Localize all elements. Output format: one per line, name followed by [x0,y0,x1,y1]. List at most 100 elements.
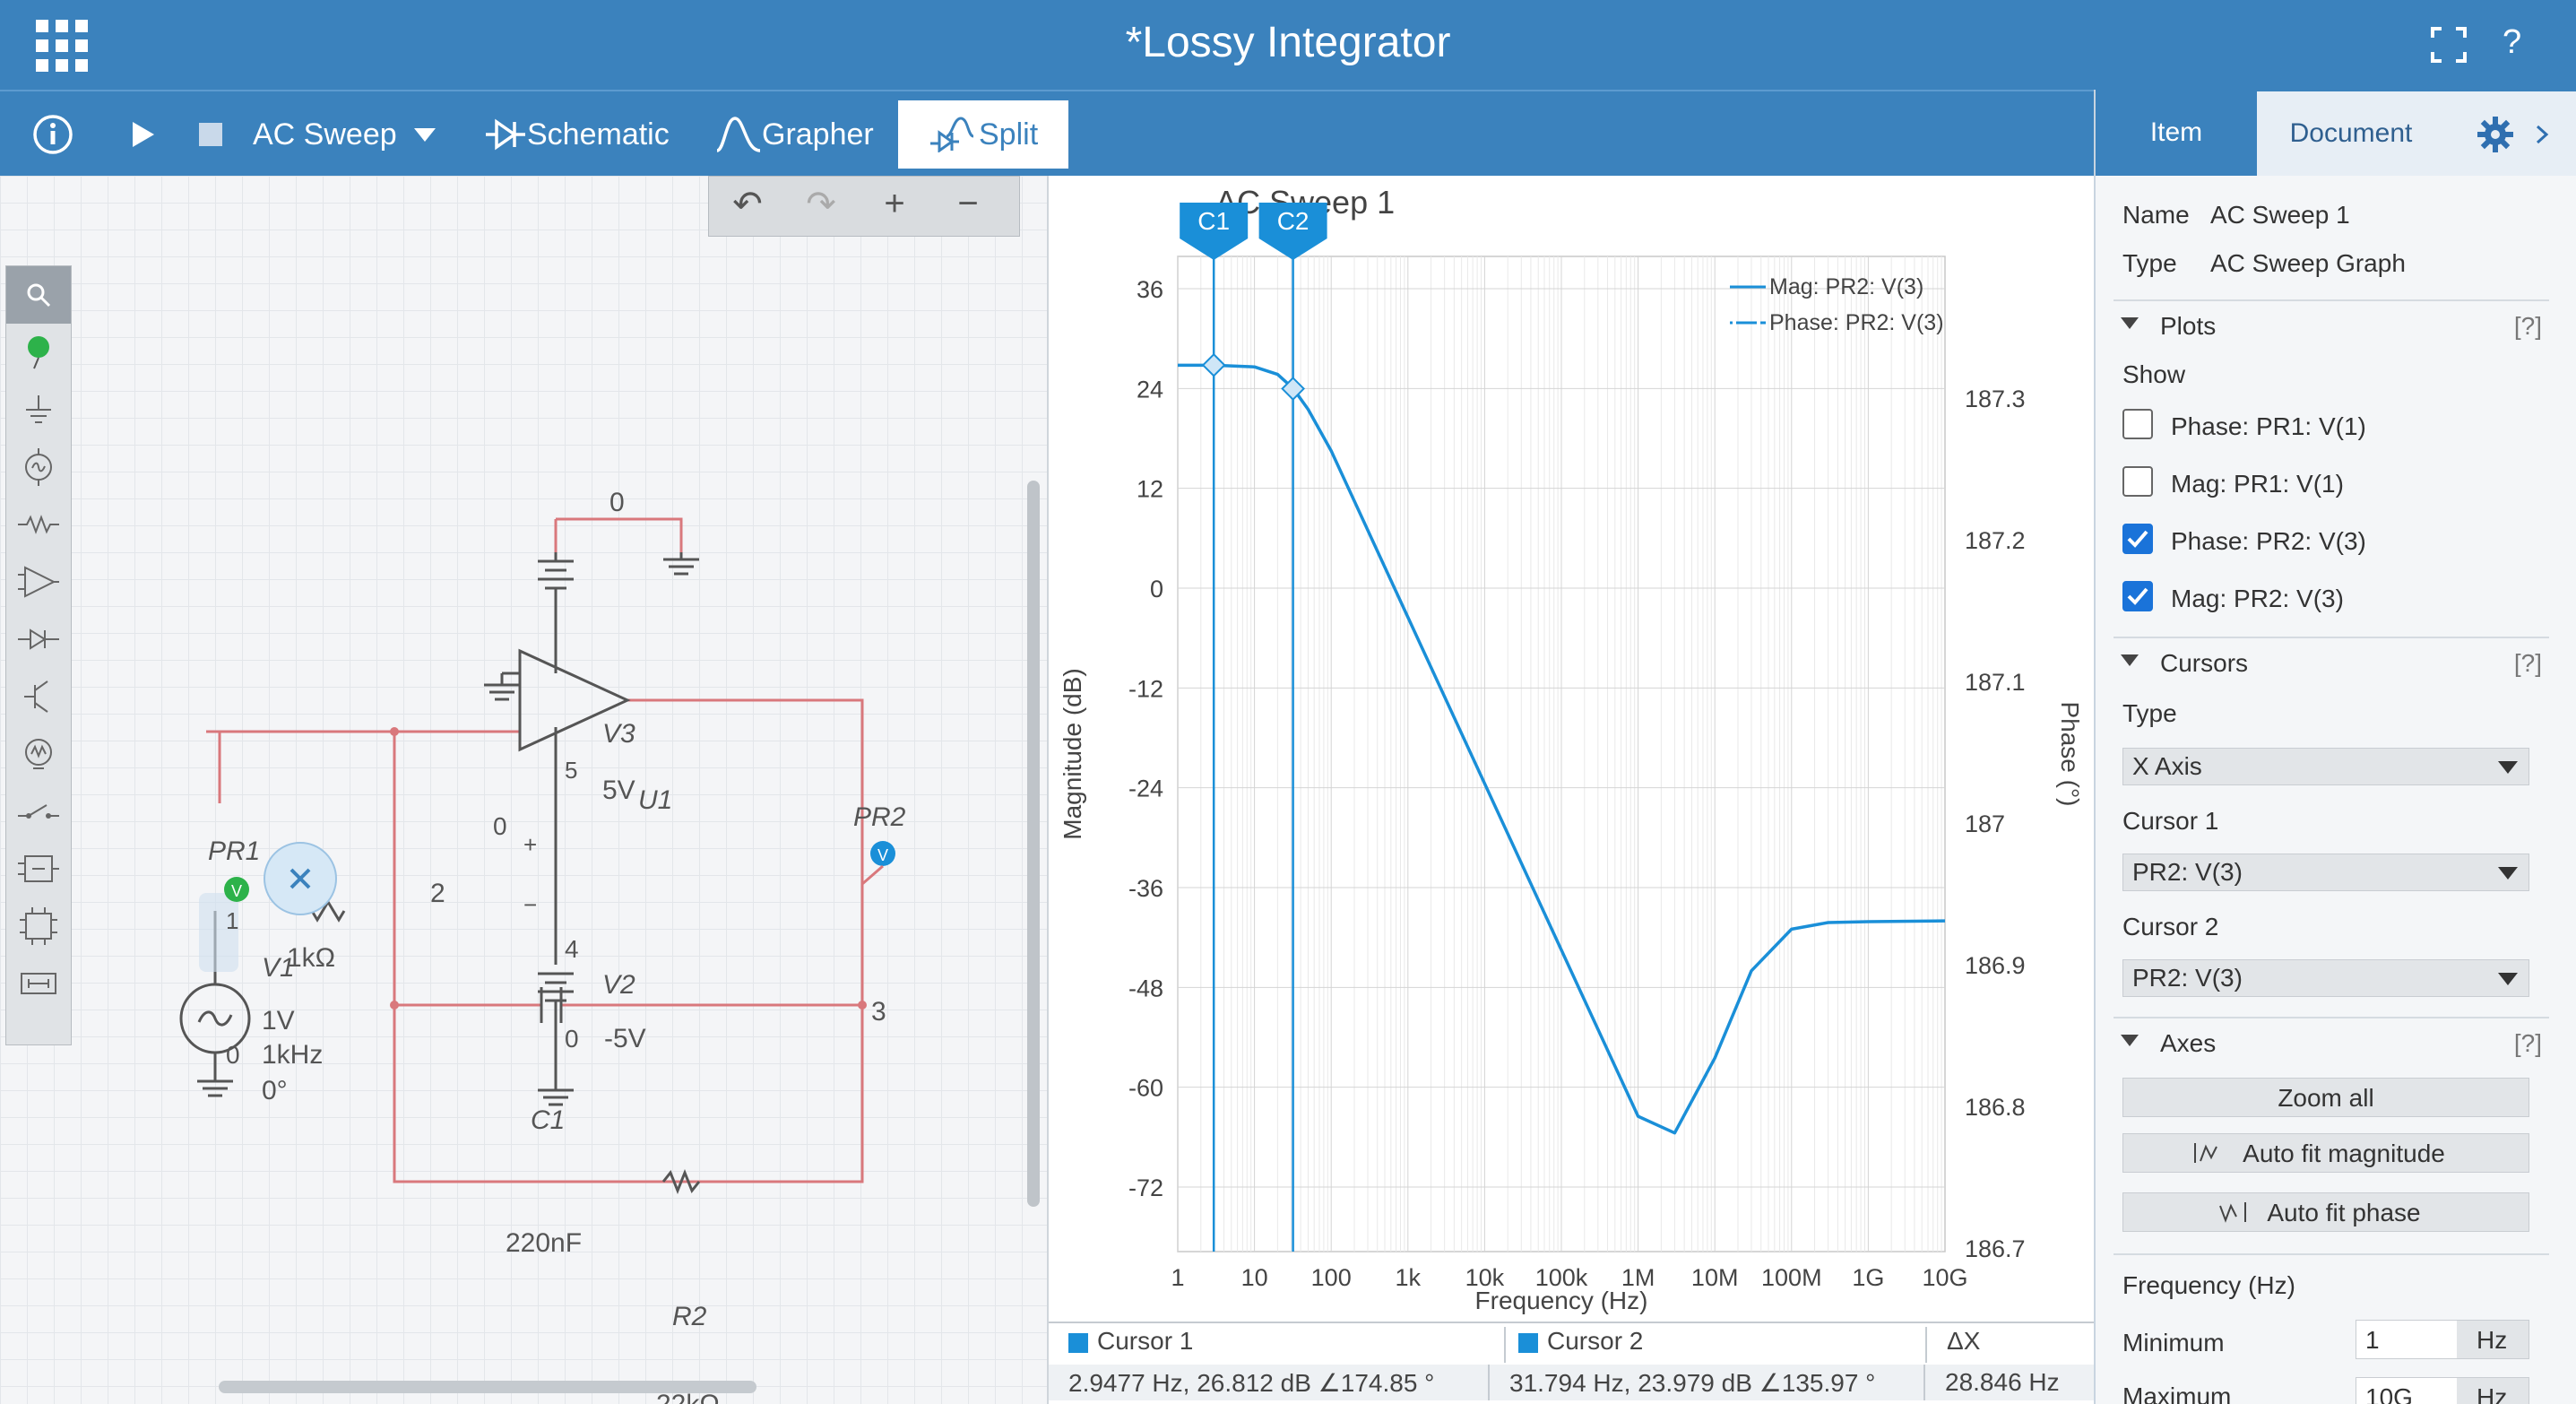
analysis-label: AC Sweep [253,117,397,152]
fullscreen-icon[interactable] [2431,27,2467,63]
auto-fit-magnitude-button[interactable]: Auto fit magnitude [2122,1133,2529,1173]
y-tick-label: -60 [1128,1075,1163,1102]
label-v2-value: -5V [604,1024,646,1053]
pr2-probe-letter: V [877,846,888,864]
cursor2-label: Cursor 2 [2122,913,2219,940]
y2-axis-label: Phase (°) [2056,701,2084,806]
info-button[interactable] [32,91,73,178]
palette-switch-icon[interactable] [6,783,71,840]
cursor2-header: Cursor 2 [1504,1327,1916,1363]
x-tick-label: 100M [1761,1264,1822,1291]
tab-grapher[interactable]: Grapher [715,91,874,178]
axes-section-header[interactable]: Axes [?] [2114,1017,2549,1065]
tab-split[interactable]: Split [898,100,1069,169]
cursor-marker-c1 [1201,352,1226,377]
palette-diode-icon[interactable] [6,611,71,668]
plots-label: Plots [2160,312,2217,340]
panel-body: Name AC Sweep 1 Type AC Sweep Graph Plot… [2096,176,2576,1404]
palette-transistor-icon[interactable] [6,668,71,725]
maximum-input[interactable]: 10G Hz [2356,1377,2529,1404]
plot-checkbox-phase-pr1[interactable] [2122,409,2153,439]
palette-opamp-icon[interactable] [6,553,71,611]
tab-item[interactable]: Item [2096,90,2257,176]
tab-document[interactable]: Document [2257,90,2445,176]
palette-connector-icon[interactable] [6,955,71,1012]
axes-help-link[interactable]: [?] [2514,1029,2542,1058]
palette-resistor-icon[interactable] [6,496,71,553]
schematic-vertical-scrollbar[interactable] [1027,481,1040,1207]
label-v3-value: 5V [602,776,635,805]
cursor1-select[interactable]: PR2: V(3) [2122,854,2529,891]
zoom-out-icon[interactable]: − [937,184,999,224]
run-button[interactable] [131,91,156,178]
zoom-in-icon[interactable]: + [863,184,926,224]
cursor1-swatch-icon [1068,1332,1088,1353]
help-button[interactable]: ? [2503,23,2521,62]
legend-label-phase: Phase: PR2: V(3) [1769,310,1944,335]
y2-tick-label: 187.2 [1965,527,2026,554]
plots-help-link[interactable]: [?] [2514,312,2542,341]
v3-battery[interactable] [538,552,699,642]
tab-schematic-label: Schematic [527,117,670,152]
schematic-canvas[interactable]: V V 0 V3 5V 5 U1 0 + − PR2 PR1 2 1 1kΩ 4… [0,176,1049,1404]
cursors-help-link[interactable]: [?] [2514,649,2542,678]
y2-tick-label: 186.8 [1965,1094,2026,1121]
axes-label: Axes [2160,1029,2217,1057]
y-tick-label: -24 [1128,776,1163,802]
type-value: AC Sweep Graph [2210,249,2406,277]
label-gnd-v3: 0 [609,488,625,517]
label-u1: U1 [638,785,672,815]
x-tick-label: 1k [1396,1264,1422,1291]
palette-ic-icon[interactable] [6,897,71,955]
palette-ac-source-icon[interactable] [6,438,71,496]
graph-pane[interactable]: AC Sweep 1 1 10 100 1k 10k 100k 1M 10M 100M 1G 10G… [1049,176,2094,1404]
tab-schematic[interactable]: Schematic [484,91,670,178]
palette-logic-icon[interactable] [6,840,71,897]
cursor-tag-label-c1: C1 [1197,207,1230,235]
chart-cursors[interactable]: C1 C2 [1180,203,1327,1252]
palette-ground-icon[interactable] [6,381,71,438]
chevron-down-icon [413,128,436,142]
plot-checkbox-phase-pr2[interactable] [2122,524,2153,554]
analysis-dropdown[interactable]: AC Sweep [253,91,437,178]
schematic-icon [486,118,525,151]
redo-icon[interactable]: ↷ [790,184,852,225]
ac-sweep-chart[interactable]: AC Sweep 1 1 10 100 1k 10k 100k 1M 10M 100M 1G 10G… [1049,176,2094,1322]
cursor-readout-table: Cursor 1 Cursor 2 ΔX 2.9477 Hz, 26.812 d… [1049,1322,2094,1404]
title-bar: *Lossy Integrator ? [0,0,2576,90]
schematic-horizontal-scrollbar[interactable] [219,1381,756,1393]
plots-section-header[interactable]: Plots [?] [2114,299,2549,348]
plot-checkbox-mag-pr1[interactable] [2122,466,2153,497]
cursor2-select[interactable]: PR2: V(3) [2122,959,2529,997]
schematic-drawing[interactable]: V V 0 V3 5V 5 U1 0 + − PR2 PR1 2 1 1kΩ 4… [0,176,1049,1404]
collapse-triangle-icon [2121,1035,2139,1046]
y-tick-label: 24 [1137,376,1163,403]
y-tick-label: 36 [1137,276,1163,303]
component-palette [5,265,72,1045]
minimum-input[interactable]: 1 Hz [2356,1320,2529,1359]
cursor-type-select[interactable]: X Axis [2122,748,2529,785]
palette-lamp-icon[interactable] [6,725,71,783]
settings-button[interactable] [2445,90,2576,176]
stop-button[interactable] [199,91,222,178]
y2-tick-label: 187.3 [1965,386,2026,412]
undo-icon[interactable]: ↶ [716,184,779,225]
label-node2: 2 [430,879,445,908]
label-v3: V3 [602,719,635,749]
label-node5: 5 [565,757,577,784]
zoom-all-button[interactable]: Zoom all [2122,1078,2529,1117]
cursor2-header-label: Cursor 2 [1547,1327,1644,1355]
show-label: Show [2122,360,2186,388]
pr2-probe-lead [860,864,884,893]
palette-search-icon[interactable] [6,266,71,324]
frequency-label: Frequency (Hz) [2122,1271,2295,1299]
x-tick-label: 10G [1922,1264,1967,1291]
plot-label-phase-pr2: Phase: PR2: V(3) [2171,527,2366,555]
x-tick-label: 100 [1311,1264,1352,1291]
cursors-section-header[interactable]: Cursors [?] [2114,637,2549,685]
delta-x-header: ΔX [1925,1327,2094,1363]
auto-fit-phase-button[interactable]: Auto fit phase [2122,1192,2529,1232]
y2-tick-label: 186.7 [1965,1235,2026,1262]
plot-checkbox-mag-pr2[interactable] [2122,581,2153,611]
palette-voltage-probe-icon[interactable] [6,324,71,381]
